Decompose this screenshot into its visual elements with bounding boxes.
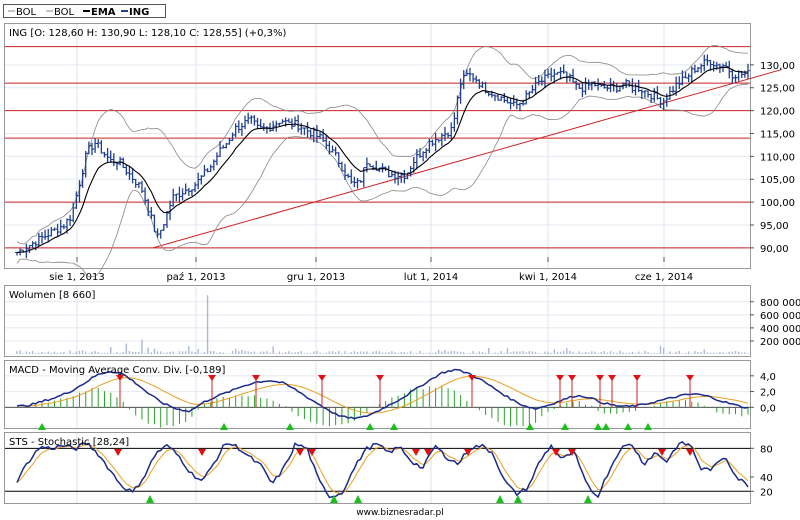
y-tick-label: 400 000	[760, 324, 800, 335]
volume-panel	[4, 285, 751, 357]
macd-title: MACD - Moving Average Conv. Div. [-0,189…	[9, 365, 226, 376]
x-tick-label: kwi 1, 2014	[519, 272, 577, 283]
y-tick-label: 125,00	[760, 84, 795, 95]
x-tick-label: gru 1, 2013	[287, 272, 345, 283]
y-tick-label: 800 000	[760, 298, 800, 309]
y-tick-label: 110,00	[760, 152, 795, 163]
x-tick-label: paź 1, 2013	[166, 271, 225, 283]
x-tick-label: cze 1, 2014	[635, 272, 693, 283]
y-tick-label: 115,00	[760, 129, 795, 140]
legend-label: EMA	[91, 7, 116, 18]
x-tick-label: sie 1, 2013	[49, 272, 105, 283]
price-title: ING [O: 128,60 H: 130,90 L: 128,10 C: 12…	[9, 28, 286, 39]
y-tick-label: 2,0	[760, 388, 776, 399]
footer-watermark: www.biznesradar.pl	[356, 508, 443, 518]
y-tick-label: 4,0	[760, 372, 776, 383]
y-tick-label: 20	[760, 487, 773, 498]
volume-title: Wolumen [8 660]	[9, 290, 95, 301]
y-tick-label: 0,0	[760, 403, 776, 414]
legend: BOL BOL EMA ING	[3, 4, 166, 18]
y-tick-label: 600 000	[760, 311, 800, 322]
legend-label: ING	[129, 7, 149, 18]
y-tick-label: 80	[760, 444, 773, 455]
legend-label: BOL	[54, 7, 75, 18]
x-tick-label: lut 1, 2014	[404, 272, 458, 283]
y-tick-label: 200 000	[760, 337, 800, 348]
y-tick-label: 90,00	[760, 244, 789, 255]
stochastic-title: STS - Stochastic [28,24]	[9, 437, 129, 448]
y-tick-label: 95,00	[760, 221, 789, 232]
y-tick-label: 40	[760, 473, 773, 484]
price-panel	[4, 23, 751, 269]
y-tick-label: 100,00	[760, 198, 795, 209]
stock-chart: BOL BOL EMA ING 90,00 95,00 100,00 105,00 110,00…	[3, 4, 800, 518]
legend-label: BOL	[16, 7, 37, 18]
y-tick-label: 120,00	[760, 107, 795, 118]
y-tick-label: 105,00	[760, 175, 795, 186]
